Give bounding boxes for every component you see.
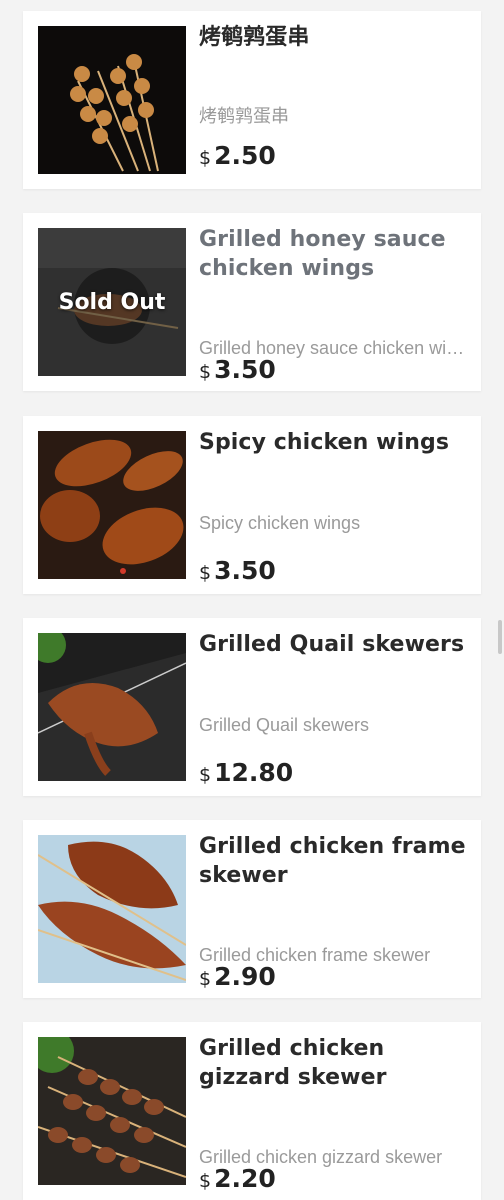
- quail-skewers-image: [38, 633, 186, 781]
- price-amount: 12.80: [214, 758, 294, 787]
- menu-item-info: Grilled Quail skewers Grilled Quail skew…: [199, 630, 471, 787]
- sold-out-label: Sold Out: [58, 289, 166, 315]
- menu-item-price: $2.50: [199, 141, 276, 170]
- menu-item-info: Grilled chicken frame skewer Grilled chi…: [199, 832, 471, 991]
- menu-item-info: Grilled chicken gizzard skewer Grilled c…: [199, 1034, 471, 1193]
- menu-item-card[interactable]: 烤鹌鹑蛋串 烤鹌鹑蛋串 $2.50: [23, 11, 481, 189]
- menu-item-name: Grilled chicken frame skewer: [199, 834, 466, 888]
- menu-item-description: 烤鹌鹑蛋串: [199, 106, 289, 126]
- chicken-gizzard-skewer-image: [38, 1037, 186, 1185]
- currency-symbol: $: [199, 361, 212, 383]
- menu-item-info: Grilled honey sauce chicken wings Grille…: [199, 225, 471, 384]
- menu-item-card[interactable]: Sold Out Grilled honey sauce chicken win…: [23, 213, 481, 391]
- menu-item-card[interactable]: Grilled Quail skewers Grilled Quail skew…: [23, 618, 481, 796]
- chicken-frame-skewer-image: [38, 835, 186, 983]
- menu-item-price: $12.80: [199, 758, 293, 787]
- menu-item-name: Grilled honey sauce chicken wings: [199, 227, 446, 281]
- menu-item-description: Grilled Quail skewers: [199, 715, 370, 735]
- price-amount: 2.90: [214, 962, 276, 991]
- menu-item-price: $2.90: [199, 962, 276, 991]
- currency-symbol: $: [199, 968, 212, 990]
- currency-symbol: $: [199, 562, 212, 584]
- menu-item-name: Grilled Quail skewers: [199, 632, 465, 657]
- quail-egg-skewers-image: [38, 26, 186, 174]
- price-amount: 3.50: [214, 355, 276, 384]
- currency-symbol: $: [199, 764, 212, 786]
- menu-item-name: Grilled chicken gizzard skewer: [199, 1036, 387, 1090]
- menu-item-card[interactable]: Grilled chicken frame skewer Grilled chi…: [23, 820, 481, 998]
- menu-item-price: $3.50: [199, 355, 276, 384]
- price-amount: 2.20: [214, 1164, 276, 1193]
- price-amount: 3.50: [214, 556, 276, 585]
- price-amount: 2.50: [214, 141, 276, 170]
- sold-out-overlay: Sold Out: [38, 228, 186, 376]
- spicy-chicken-wings-image: [38, 431, 186, 579]
- menu-item-card[interactable]: Grilled chicken gizzard skewer Grilled c…: [23, 1022, 481, 1200]
- menu-item-price: $3.50: [199, 556, 276, 585]
- menu-item-description: Spicy chicken wings: [199, 513, 361, 533]
- menu-item-info: 烤鹌鹑蛋串 烤鹌鹑蛋串 $2.50: [199, 23, 471, 177]
- menu-item-info: Spicy chicken wings Spicy chicken wings …: [199, 428, 471, 585]
- menu-item-name: 烤鹌鹑蛋串: [199, 25, 310, 50]
- menu-item-card[interactable]: Spicy chicken wings Spicy chicken wings …: [23, 416, 481, 594]
- honey-chicken-wings-image: Sold Out: [38, 228, 186, 376]
- currency-symbol: $: [199, 1170, 212, 1192]
- currency-symbol: $: [199, 147, 212, 169]
- scrollbar-thumb[interactable]: [498, 620, 502, 654]
- menu-item-name: Spicy chicken wings: [199, 430, 450, 455]
- menu-item-price: $2.20: [199, 1164, 276, 1193]
